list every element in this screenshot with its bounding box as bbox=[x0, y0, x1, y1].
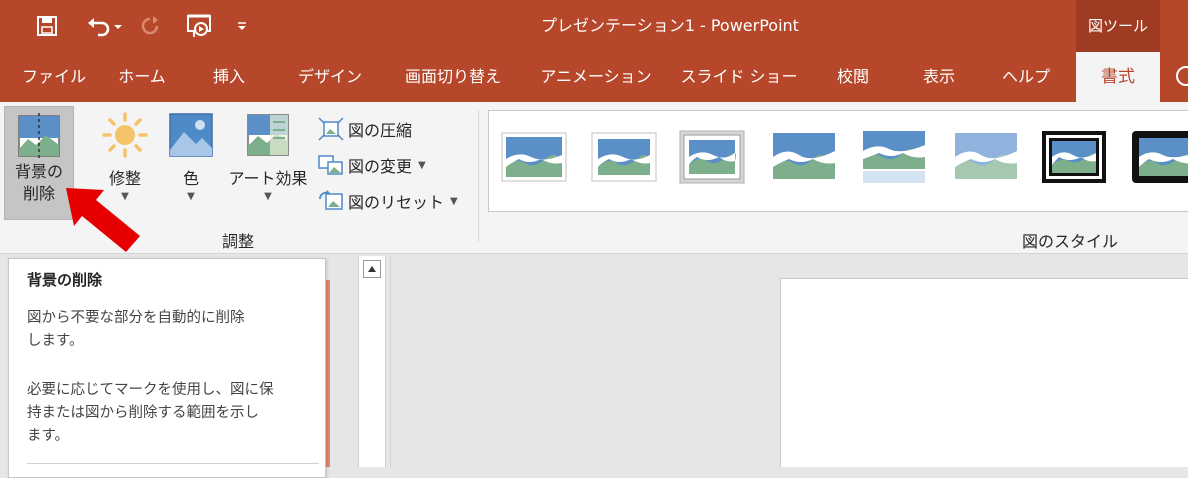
tab-help[interactable]: ヘルプ bbox=[988, 52, 1064, 102]
style-double-black-frame-icon[interactable] bbox=[1041, 129, 1107, 185]
style-simple-frame-icon[interactable] bbox=[501, 129, 567, 185]
slide-canvas[interactable] bbox=[780, 278, 1188, 467]
tab-home[interactable]: ホーム bbox=[104, 52, 180, 102]
style-white-frame-icon[interactable] bbox=[591, 129, 657, 185]
compress-icon bbox=[318, 117, 344, 141]
tab-view[interactable]: 表示 bbox=[904, 52, 974, 102]
window-title: プレゼンテーション1 - PowerPoint bbox=[541, 16, 799, 35]
style-drop-shadow-icon[interactable] bbox=[771, 129, 837, 185]
reset-picture-label: 図のリセット bbox=[348, 193, 445, 212]
tab-slideshow[interactable]: スライド ショー bbox=[672, 52, 806, 102]
red-arrow-icon bbox=[66, 188, 140, 252]
chevron-down-icon: ▼ bbox=[264, 191, 272, 202]
lightbulb-icon[interactable] bbox=[1176, 66, 1188, 86]
customize-qat-icon[interactable] bbox=[232, 0, 252, 52]
scroll-up-button[interactable] bbox=[363, 260, 381, 278]
reset-picture-button[interactable]: 図のリセット ▼ bbox=[318, 186, 458, 216]
tooltip-divider bbox=[27, 463, 319, 464]
save-icon[interactable] bbox=[32, 0, 62, 52]
remove-background-icon bbox=[18, 113, 60, 159]
start-slideshow-icon[interactable] bbox=[180, 0, 220, 52]
style-reflection-icon[interactable] bbox=[861, 129, 927, 185]
redo-icon bbox=[136, 0, 164, 52]
tab-animations[interactable]: アニメーション bbox=[534, 52, 658, 102]
panel-divider bbox=[390, 256, 391, 467]
tooltip-line: 持または図から削除する範囲を示し bbox=[27, 405, 259, 421]
tab-design[interactable]: デザイン bbox=[282, 52, 378, 102]
adjust-group-label: 調整 bbox=[221, 232, 254, 251]
ribbon: 背景の 削除 修整 ▼ 色 ▼ アート効果 ▼ 図の圧縮 図の変更 ▼ 図のリセ… bbox=[0, 102, 1188, 254]
tooltip-description-1: 図から不要な部分を自動的に削除 します。 bbox=[27, 307, 317, 353]
change-picture-button[interactable]: 図の変更 ▼ bbox=[318, 150, 426, 180]
chevron-up-icon bbox=[368, 266, 376, 272]
tooltip-description-2: 必要に応じてマークを使用し、図に保 持または図から削除する範囲を示し ます。 bbox=[27, 379, 317, 448]
tab-insert[interactable]: 挿入 bbox=[194, 52, 264, 102]
tooltip-line: ます。 bbox=[27, 428, 70, 444]
tooltip-line: します。 bbox=[27, 333, 84, 349]
thumbnail-scrollbar[interactable] bbox=[358, 256, 386, 467]
tooltip-line: 図から不要な部分を自動的に削除 bbox=[27, 310, 245, 326]
change-picture-label: 図の変更 bbox=[348, 157, 413, 176]
ribbon-tabs: ファイル ホーム 挿入 デザイン 画面切り替え アニメーション スライド ショー… bbox=[0, 52, 1188, 102]
picture-tools-label: 図ツール bbox=[1076, 0, 1160, 52]
chevron-down-icon: ▼ bbox=[418, 159, 426, 171]
style-thick-black-frame-icon[interactable] bbox=[1131, 129, 1188, 185]
style-soft-edge-icon[interactable] bbox=[953, 129, 1019, 185]
undo-icon[interactable] bbox=[80, 0, 128, 52]
slide-selection-bar bbox=[326, 280, 330, 467]
artistic-effects-icon bbox=[247, 114, 289, 156]
picture-color-icon bbox=[169, 113, 213, 157]
artistic-effects-button[interactable]: アート効果 ▼ bbox=[222, 112, 314, 222]
color-button[interactable]: 色 ▼ bbox=[164, 112, 218, 222]
reset-picture-icon bbox=[319, 190, 343, 210]
artistic-effects-label: アート効果 bbox=[228, 169, 308, 188]
remove-background-label-1: 背景の bbox=[14, 162, 63, 181]
style-shadow-frame-icon[interactable] bbox=[679, 129, 745, 185]
chevron-down-icon: ▼ bbox=[187, 191, 195, 202]
tab-review[interactable]: 校閲 bbox=[822, 52, 884, 102]
tooltip-line: 必要に応じてマークを使用し、図に保 bbox=[27, 382, 274, 398]
tab-format[interactable]: 書式 bbox=[1076, 52, 1160, 102]
tab-transitions[interactable]: 画面切り替え bbox=[388, 52, 518, 102]
compress-pictures-button[interactable]: 図の圧縮 bbox=[318, 114, 412, 144]
picture-styles-gallery bbox=[488, 110, 1188, 212]
tab-file[interactable]: ファイル bbox=[8, 52, 100, 102]
sun-icon bbox=[102, 112, 148, 158]
chevron-down-icon: ▼ bbox=[450, 195, 458, 207]
change-picture-icon bbox=[318, 155, 343, 175]
styles-group-label: 図のスタイル bbox=[1021, 232, 1118, 251]
title-bar: プレゼンテーション1 - PowerPoint 図ツール bbox=[0, 0, 1188, 52]
group-separator bbox=[478, 110, 479, 242]
compress-label: 図の圧縮 bbox=[348, 121, 413, 140]
tooltip: 背景の削除 図から不要な部分を自動的に削除 します。 必要に応じてマークを使用し… bbox=[8, 258, 326, 478]
tooltip-title: 背景の削除 bbox=[27, 271, 103, 289]
color-label: 色 bbox=[182, 169, 199, 188]
